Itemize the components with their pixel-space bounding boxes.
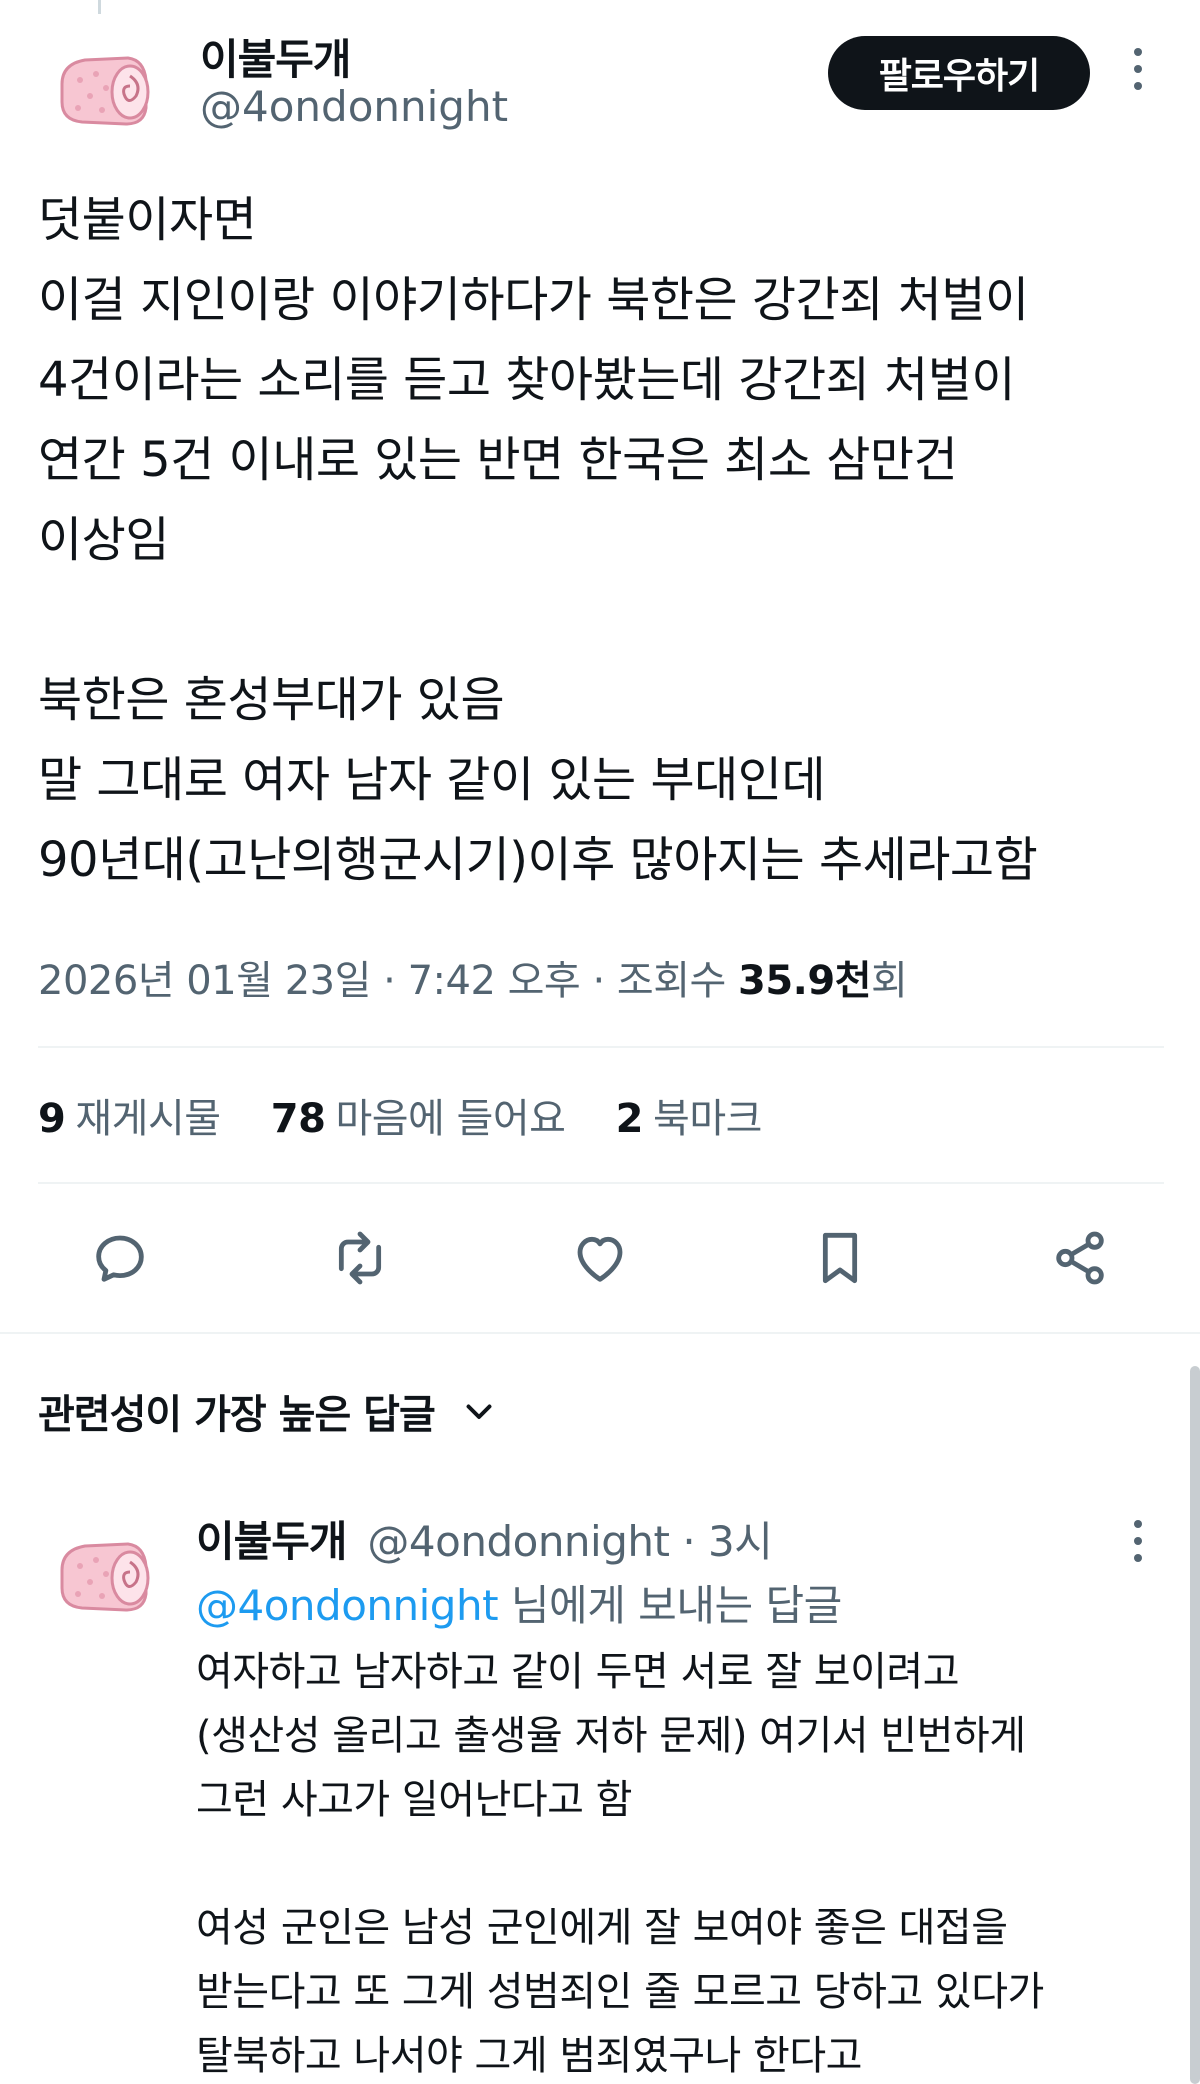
tweet-text-line <box>38 580 1168 660</box>
reply-button[interactable] <box>84 1222 156 1294</box>
follow-button[interactable]: 팔로우하기 <box>828 36 1090 110</box>
author-handle[interactable]: @4ondonnight <box>200 82 508 131</box>
reply-header: 이불두개 @4ondonnight · 3시 <box>196 1508 773 1569</box>
reply-text-line: 그런 사고가 일어난다고 함 <box>196 1777 632 1823</box>
reply-author-name[interactable]: 이불두개 <box>196 1517 348 1566</box>
replies-sort-label: 관련성이 가장 높은 답글 <box>38 1392 436 1438</box>
meta-separator: · <box>669 1517 709 1566</box>
bookmark-button[interactable] <box>804 1222 876 1294</box>
tweet-text-line: 덧붙이자면 <box>38 192 257 248</box>
bookmarks-stat[interactable]: 2 북마크 <box>615 1096 763 1142</box>
reply-text-line <box>196 1832 1156 1896</box>
reply-text-line: 탈북하고 나서야 그게 범죄였구나 한다고 <box>196 2033 862 2079</box>
reply-to-suffix: 님에게 보내는 답글 <box>498 1581 842 1630</box>
reply-author-handle[interactable]: @4ondonnight <box>367 1517 670 1566</box>
share-button[interactable] <box>1044 1222 1116 1294</box>
tweet-text-line: 이상임 <box>38 512 169 568</box>
blanket-roll-avatar-icon <box>40 24 170 154</box>
tweet-text-line: 90년대(고난의행군시기)이후 많아지는 추세라고함 <box>38 832 1038 888</box>
section-divider <box>0 1332 1200 1334</box>
more-options-icon[interactable] <box>1128 48 1148 90</box>
divider <box>38 1182 1164 1184</box>
reply-text-line: (생산성 올리고 출생율 저하 문제) 여기서 빈번하게 <box>196 1713 1026 1759</box>
share-icon <box>1056 1231 1104 1285</box>
heart-icon <box>577 1236 623 1282</box>
bookmarks-label: 북마크 <box>653 1096 762 1142</box>
reply-text-line: 받는다고 또 그게 성범죄인 줄 모르고 당하고 있다가 <box>196 1969 1044 2015</box>
scrollbar[interactable] <box>1190 1366 1200 2084</box>
reposts-label: 재게시물 <box>75 1096 221 1142</box>
reply-text-line: 여성 군인은 남성 군인에게 잘 보여야 좋은 대접을 <box>196 1905 1008 1951</box>
likes-label: 마음에 들어요 <box>335 1096 566 1142</box>
like-button[interactable] <box>564 1222 636 1294</box>
bookmarks-count: 2 <box>615 1096 644 1142</box>
chevron-down-icon <box>466 1404 492 1419</box>
views-suffix: 회 <box>871 958 908 1004</box>
bookmark-icon <box>822 1232 858 1284</box>
tweet-text-line: 이걸 지인이랑 이야기하다가 북한은 강간죄 처벌이 <box>38 272 1029 328</box>
reposts-stat[interactable]: 9 재게시물 <box>38 1096 221 1142</box>
tweet-time[interactable]: 7:42 오후 <box>408 958 581 1004</box>
tweet-meta: 2026년 01월 23일 · 7:42 오후 · 조회수 35.9천회 <box>38 948 908 1006</box>
tweet-text-line: 연간 5건 이내로 있는 반면 한국은 최소 삼만건 <box>38 432 958 488</box>
repost-button[interactable] <box>324 1222 396 1294</box>
reply-author-avatar[interactable] <box>40 1510 170 1640</box>
tweet-text-line: 북한은 혼성부대가 있음 <box>38 672 505 728</box>
divider <box>38 1046 1164 1048</box>
tweet-text-line: 말 그대로 여자 남자 같이 있는 부대인데 <box>38 752 826 808</box>
likes-stat[interactable]: 78 마음에 들어요 <box>271 1096 566 1142</box>
likes-count: 78 <box>270 1096 326 1142</box>
views-label: 조회수 <box>616 958 726 1004</box>
replying-to: @4ondonnight 님에게 보내는 답글 <box>196 1572 842 1633</box>
engagement-stats: 9 재게시물 78 마음에 들어요 2 북마크 <box>38 1086 800 1144</box>
tweet-date[interactable]: 2026년 01월 23일 <box>38 958 371 1004</box>
action-bar <box>0 1222 1200 1294</box>
tweet-text-line: 4건이라는 소리를 듣고 찾아봤는데 강간죄 처벌이 <box>38 352 1016 408</box>
repost-icon <box>338 1231 382 1285</box>
reply-text-line: 여자하고 남자하고 같이 두면 서로 잘 보이려고 <box>196 1649 960 1695</box>
meta-separator: · <box>580 958 617 1004</box>
views-count: 35.9천 <box>738 958 872 1004</box>
thread-connector-line <box>98 0 101 14</box>
blanket-roll-avatar-icon <box>40 1510 170 1640</box>
reply-to-mention-link[interactable]: @4ondonnight <box>196 1581 499 1630</box>
reply-more-options-icon[interactable] <box>1128 1520 1148 1562</box>
reply-text: 여자하고 남자하고 같이 두면 서로 잘 보이려고 (생산성 올리고 출생율 저… <box>196 1640 1156 2084</box>
replies-sort-dropdown[interactable]: 관련성이 가장 높은 답글 <box>38 1382 497 1440</box>
author-name[interactable]: 이불두개 <box>200 26 352 87</box>
tweet-text: 덧붙이자면 이걸 지인이랑 이야기하다가 북한은 강간죄 처벌이 4건이라는 소… <box>38 180 1168 900</box>
reply-time[interactable]: 3시 <box>708 1517 773 1566</box>
reposts-count: 9 <box>38 1096 66 1142</box>
author-avatar[interactable] <box>40 24 170 154</box>
meta-separator: · <box>370 958 408 1004</box>
reply-icon <box>96 1235 144 1282</box>
